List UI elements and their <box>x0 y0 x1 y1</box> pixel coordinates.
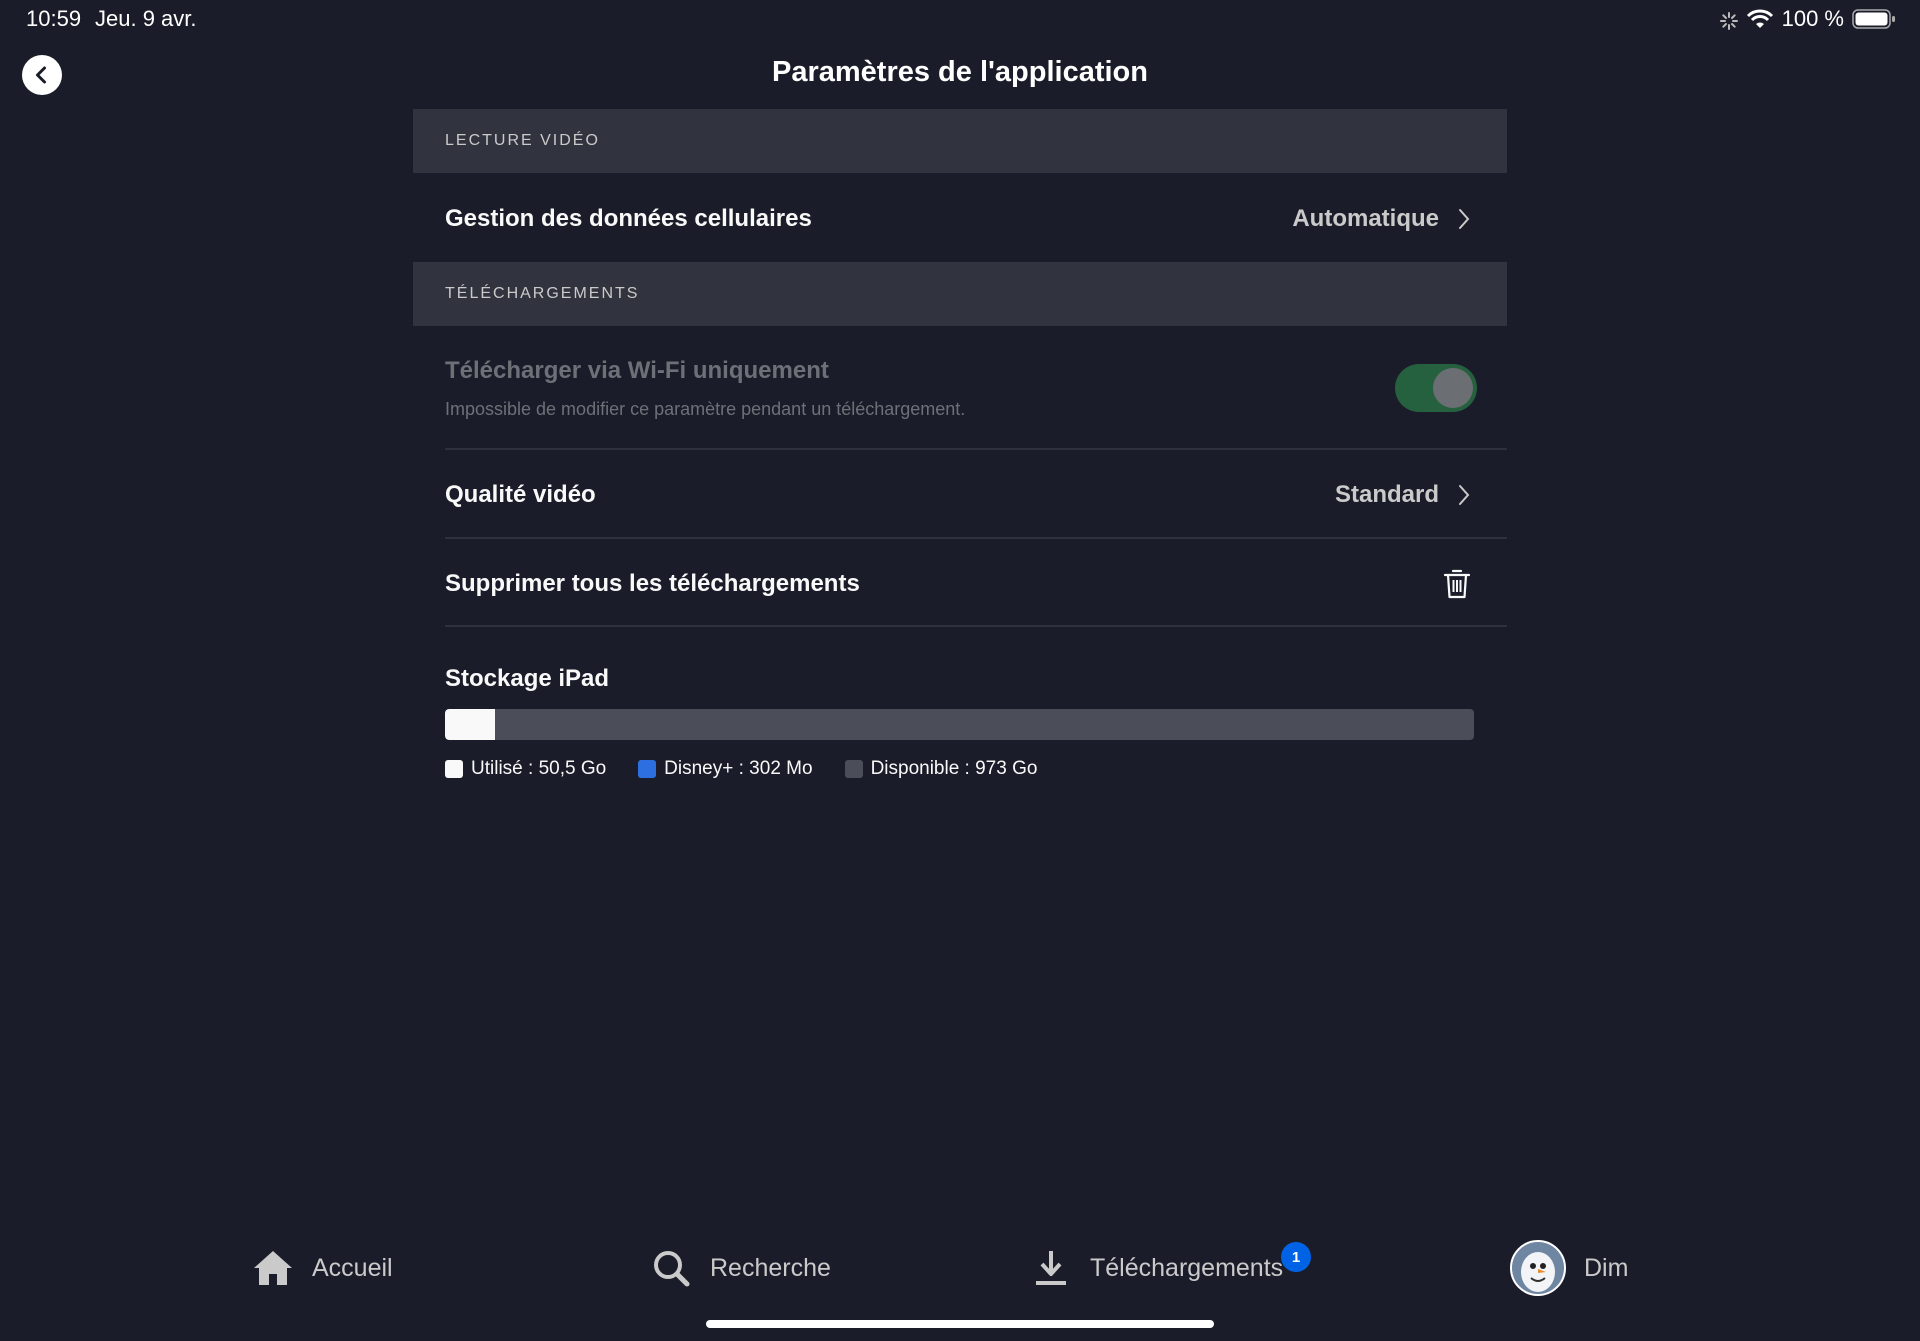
legend-swatch-used <box>445 760 463 778</box>
delete-all-downloads-label: Supprimer tous les téléchargements <box>445 570 860 597</box>
trash-icon[interactable] <box>1443 568 1471 600</box>
legend-available: Disponible : 973 Go <box>844 758 1038 780</box>
legend-available-label: Disponible : 973 Go <box>870 758 1038 779</box>
legend-used: Utilisé : 50,5 Go <box>445 758 606 780</box>
video-quality-value: Standard <box>1334 481 1439 508</box>
section-header-video-playback: LECTURE VIDÉO <box>413 109 1507 173</box>
section-header-downloads: TÉLÉCHARGEMENTS <box>413 262 1507 326</box>
video-quality-value-group: Standard <box>1335 481 1471 509</box>
video-quality-label: Qualité vidéo <box>445 481 596 508</box>
storage-bar <box>445 709 1474 740</box>
legend-disney: Disney+ : 302 Mo <box>638 758 813 780</box>
cellular-data-value-group: Automatique <box>1292 205 1471 233</box>
wifi-only-sublabel: Impossible de modifier ce paramètre pend… <box>445 399 966 419</box>
page-title: Paramètres de l'application <box>772 56 1148 88</box>
legend-swatch-disney <box>638 760 657 778</box>
chevron-right-icon <box>1457 207 1471 231</box>
battery-icon <box>1852 8 1896 30</box>
tab-bar: Accueil Recherche Téléchargements 1 Dim <box>0 1230 1920 1310</box>
legend-swatch-available <box>844 760 863 778</box>
downloads-badge: 1 <box>1281 1242 1311 1272</box>
wifi-only-label: Télécharger via Wi-Fi uniquement <box>445 357 829 384</box>
wifi-icon <box>1746 8 1774 30</box>
battery-percentage: 100 % <box>1781 6 1844 31</box>
divider <box>445 537 1507 539</box>
legend-used-label: Utilisé : 50,5 Go <box>471 758 607 779</box>
cellular-data-label: Gestion des données cellulaires <box>445 205 812 232</box>
status-date: Jeu. 9 avr. <box>95 6 197 31</box>
tab-downloads[interactable]: Téléchargements <box>1030 1247 1283 1289</box>
divider <box>445 448 1507 450</box>
tab-profile[interactable]: Dim <box>1510 1240 1628 1296</box>
status-time: 10:59 <box>26 6 82 31</box>
cellular-data-row[interactable]: Gestion des données cellulaires Automati… <box>445 183 1507 255</box>
chevron-right-icon <box>1457 483 1471 507</box>
home-indicator[interactable] <box>706 1320 1214 1328</box>
tab-search-label: Recherche <box>710 1253 831 1282</box>
search-icon <box>650 1247 692 1289</box>
status-indicators: 100 % <box>1719 6 1896 32</box>
tab-profile-label: Dim <box>1584 1253 1629 1282</box>
status-bar: 10:59 Jeu. 9 avr. 100 % <box>0 0 1920 40</box>
divider <box>445 625 1507 627</box>
tab-downloads-label: Téléchargements <box>1090 1253 1284 1282</box>
tab-home[interactable]: Accueil <box>252 1247 393 1289</box>
toggle-knob <box>1433 368 1473 408</box>
avatar <box>1510 1240 1566 1296</box>
download-icon <box>1030 1247 1072 1289</box>
wifi-only-toggle[interactable] <box>1395 364 1477 412</box>
video-quality-row[interactable]: Qualité vidéo Standard <box>445 459 1507 531</box>
tab-home-label: Accueil <box>312 1253 393 1282</box>
tab-search[interactable]: Recherche <box>650 1247 831 1289</box>
legend-disney-label: Disney+ : 302 Mo <box>664 758 813 779</box>
home-icon <box>252 1247 294 1289</box>
delete-all-downloads-row[interactable]: Supprimer tous les téléchargements <box>445 548 1507 620</box>
activity-spinner-icon <box>1719 10 1738 30</box>
storage-used-fill <box>445 709 496 740</box>
storage-legend: Utilisé : 50,5 Go Disney+ : 302 Mo Dispo… <box>445 758 1037 780</box>
cellular-data-value: Automatique <box>1292 205 1439 232</box>
storage-title: Stockage iPad <box>445 665 610 692</box>
